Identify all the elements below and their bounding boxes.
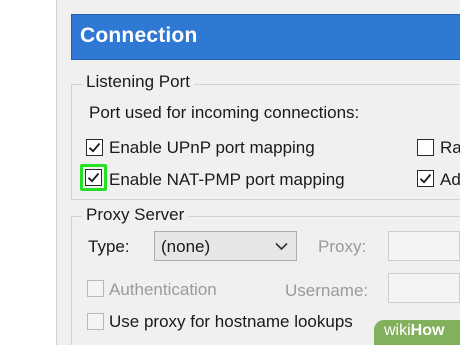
random-port-checkbox[interactable] — [417, 139, 434, 156]
port-description: Port used for incoming connections: — [89, 103, 360, 122]
username-label: Username: — [285, 281, 369, 300]
check-icon — [419, 173, 432, 184]
chevron-down-icon — [275, 242, 288, 251]
random-port-label[interactable]: Ra — [440, 138, 460, 158]
watermark-how: How — [410, 322, 445, 339]
proxy-server-title: Proxy Server — [82, 205, 189, 225]
hostname-lookups-label[interactable]: Use proxy for hostname lookups — [109, 312, 353, 332]
proxy-type-label: Type: — [88, 237, 130, 256]
hostname-lookups-checkbox[interactable] — [87, 313, 104, 330]
upnp-label[interactable]: Enable UPnP port mapping — [109, 138, 315, 158]
watermark-wiki: wiki — [384, 322, 411, 339]
section-title: Connection — [80, 24, 198, 47]
proxy-type-value: (none) — [161, 237, 211, 256]
add-option-checkbox[interactable] — [417, 170, 434, 187]
section-header: Connection — [71, 14, 460, 60]
proxy-host-input[interactable] — [388, 231, 460, 261]
natpmp-checkbox[interactable] — [85, 169, 102, 186]
add-option-label[interactable]: Ad — [440, 170, 460, 190]
proxy-host-label: Proxy: — [318, 237, 367, 256]
authentication-label[interactable]: Authentication — [109, 280, 217, 300]
listening-port-title: Listening Port — [82, 72, 194, 92]
authentication-checkbox[interactable] — [87, 280, 104, 297]
proxy-type-select[interactable]: (none) — [154, 231, 297, 261]
check-icon — [87, 172, 100, 183]
left-navigation-pane — [0, 0, 57, 345]
wikihow-watermark: wikiHow — [374, 320, 460, 345]
username-input[interactable] — [388, 273, 460, 303]
pane-divider — [57, 0, 70, 345]
check-icon — [88, 142, 101, 153]
natpmp-label[interactable]: Enable NAT-PMP port mapping — [109, 170, 345, 190]
upnp-checkbox[interactable] — [86, 139, 103, 156]
